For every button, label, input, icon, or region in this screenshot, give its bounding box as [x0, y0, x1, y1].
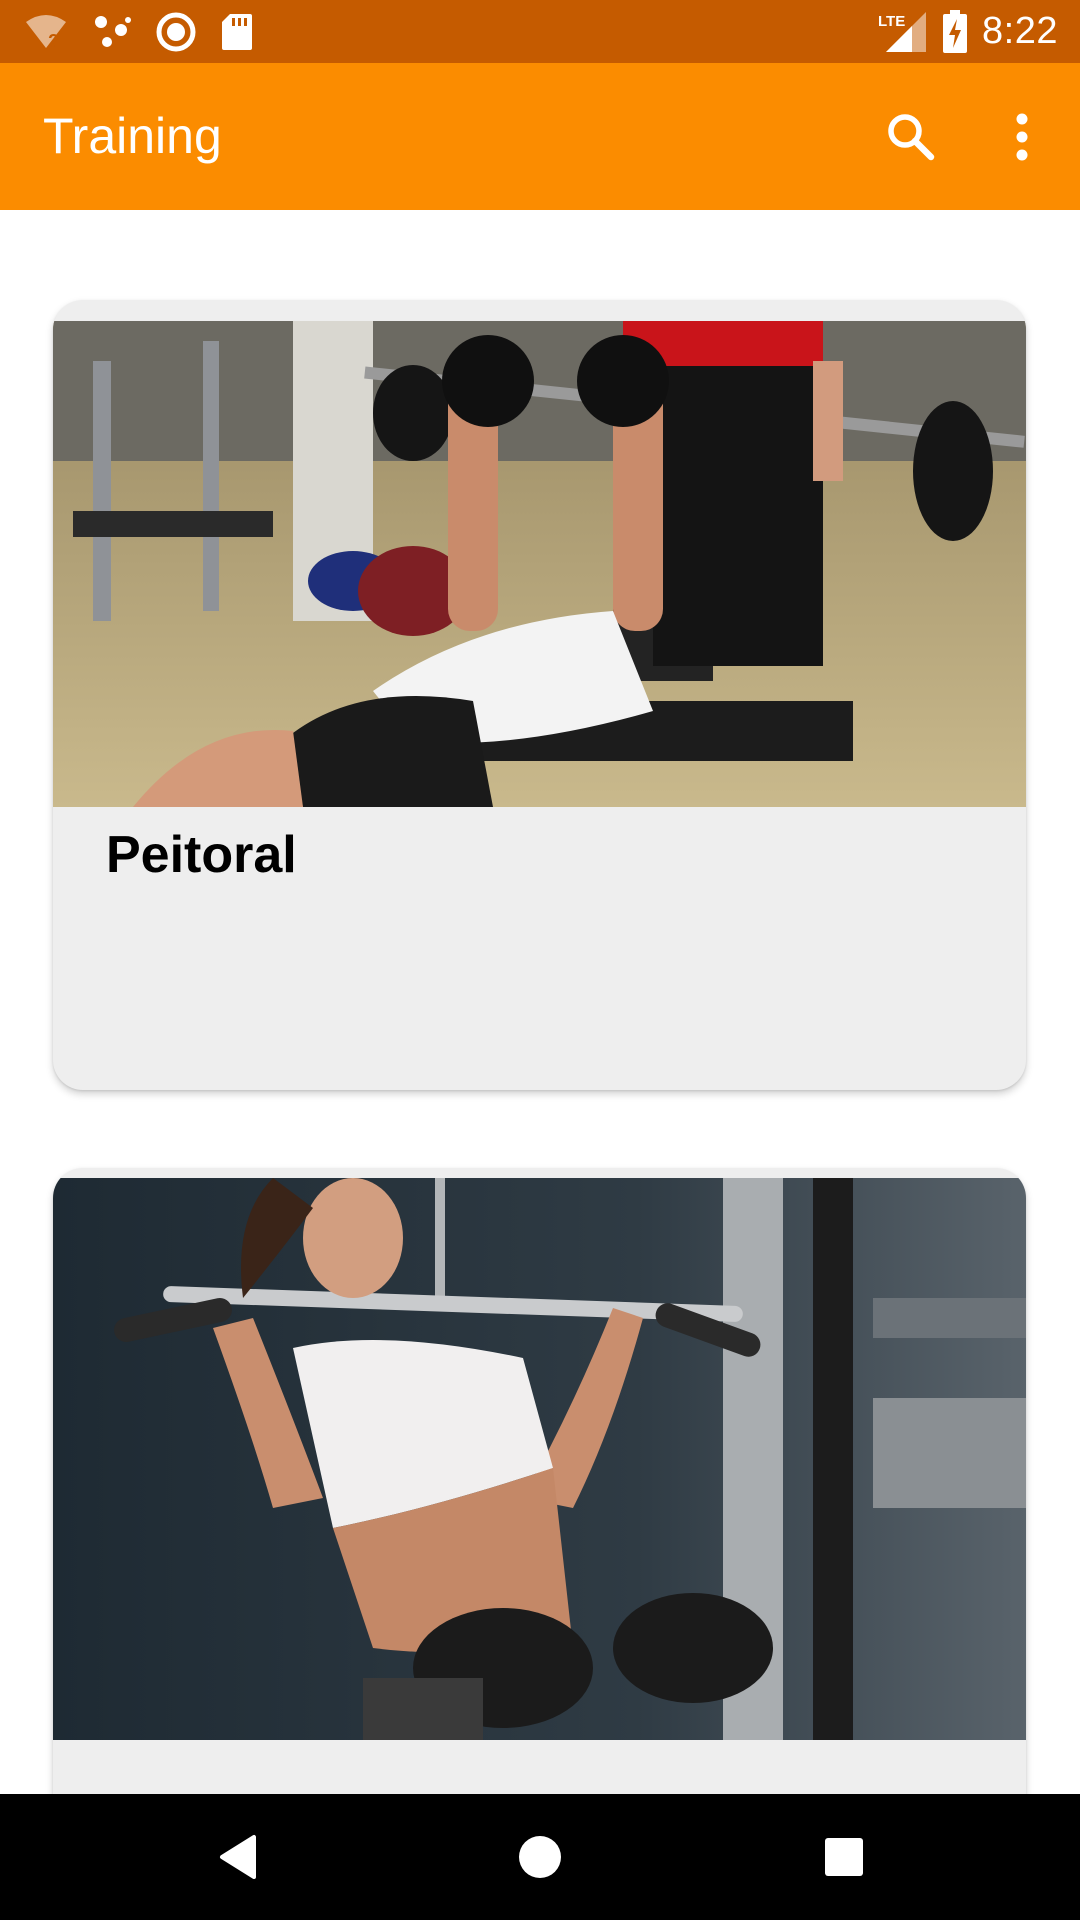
search-button[interactable]	[875, 101, 947, 173]
status-icons-right: LTE 8:22	[878, 0, 1058, 63]
status-time: 8:22	[982, 10, 1058, 52]
recents-button[interactable]	[811, 1824, 877, 1890]
back-icon	[216, 1833, 260, 1881]
card-title: Peitoral	[106, 826, 297, 884]
record-icon	[156, 12, 196, 52]
status-icons-left: ?	[24, 0, 254, 63]
recents-icon	[823, 1836, 865, 1878]
dots-icon	[92, 14, 132, 50]
svg-text:?: ?	[48, 31, 59, 50]
navigation-bar	[0, 1794, 1080, 1920]
search-icon	[885, 111, 937, 163]
back-button[interactable]	[205, 1824, 271, 1890]
sd-card-icon	[220, 12, 254, 52]
app-title: Training	[43, 108, 222, 164]
signal-icon: LTE	[878, 10, 928, 54]
wifi-question-icon: ?	[24, 14, 68, 50]
bench-press-photo	[53, 321, 1026, 807]
overflow-menu-button[interactable]	[986, 101, 1058, 173]
status-bar: ? LTE 8:22	[0, 0, 1080, 63]
training-list[interactable]: Peitoral	[0, 210, 1080, 1794]
battery-charging-icon	[942, 9, 968, 54]
screen: ? LTE 8:22 Training Peitoral	[0, 0, 1080, 1920]
card-exercise-2[interactable]	[53, 1168, 1026, 1794]
app-bar: Training	[0, 63, 1080, 210]
more-vert-icon	[1014, 113, 1030, 161]
network-type-label: LTE	[878, 13, 905, 30]
home-icon	[517, 1834, 563, 1880]
lat-pulldown-photo	[53, 1178, 1026, 1740]
home-button[interactable]	[507, 1824, 573, 1890]
card-peitoral[interactable]: Peitoral	[53, 300, 1026, 1090]
